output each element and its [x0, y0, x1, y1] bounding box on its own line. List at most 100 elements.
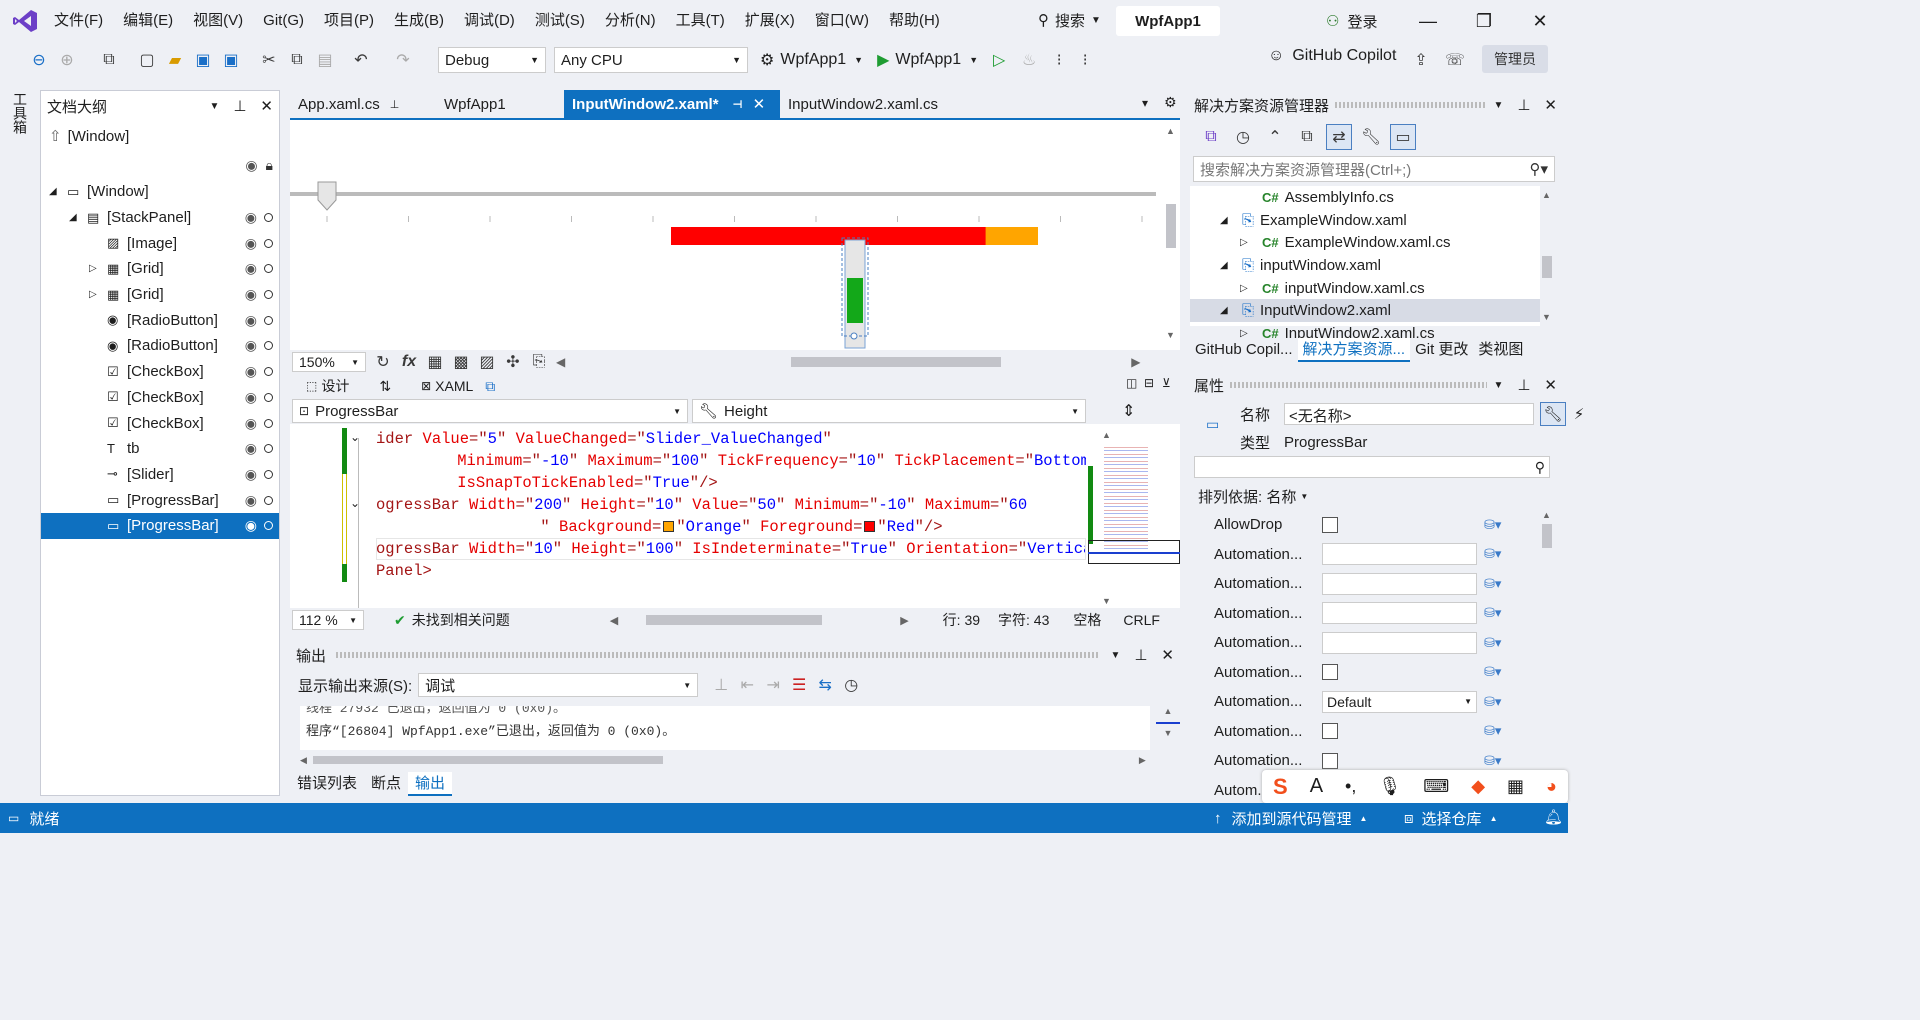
collapsed-arrow-icon[interactable]: ▷: [89, 289, 107, 300]
eye-icon[interactable]: ◉: [245, 492, 257, 509]
grid-icon[interactable]: ▦: [422, 349, 448, 375]
lock-icon[interactable]: 🔒︎: [266, 157, 273, 174]
scroll-down-icon[interactable]: ▼: [1102, 596, 1111, 606]
outline-node[interactable]: ☑ [CheckBox] ◉: [41, 385, 279, 411]
designer-horizontal-scroll-thumb[interactable]: [791, 357, 1002, 367]
dropdown-icon[interactable]: ▼: [1110, 650, 1120, 661]
snap-lines-icon[interactable]: ✣: [500, 349, 526, 375]
navigate-back-icon[interactable]: ⊖: [26, 47, 52, 73]
scroll-down-icon[interactable]: ▼: [1156, 728, 1180, 738]
ime-mode-label[interactable]: A: [1310, 775, 1323, 798]
lock-toggle-icon[interactable]: [264, 495, 273, 505]
name-input[interactable]: <无名称>: [1284, 403, 1534, 425]
eye-icon[interactable]: ◉: [245, 337, 257, 354]
outline-node[interactable]: ◉ [RadioButton] ◉: [41, 307, 279, 333]
preview-selected-icon[interactable]: ▭: [1390, 124, 1416, 150]
new-project-icon[interactable]: ⧉: [96, 47, 122, 73]
effects-icon[interactable]: fx: [396, 349, 422, 375]
solution-configuration-select[interactable]: Debug ▼: [438, 47, 546, 73]
drag-grip[interactable]: [1230, 382, 1488, 388]
scroll-down-icon[interactable]: ▼: [1166, 330, 1176, 340]
scroll-up-icon[interactable]: ▲: [1166, 126, 1176, 136]
gear-icon[interactable]: ⚙: [1164, 94, 1177, 111]
menu-item[interactable]: 调试(D): [454, 0, 525, 42]
property-value-input[interactable]: [1322, 602, 1477, 625]
snap-grid-icon[interactable]: ▩: [448, 349, 474, 375]
eye-icon[interactable]: ◉: [245, 517, 257, 534]
scroll-thumb[interactable]: [312, 756, 663, 764]
pin-icon[interactable]: ⊥: [1517, 96, 1530, 114]
mascot-icon[interactable]: ◕: [1546, 776, 1557, 797]
color-swatch[interactable]: [864, 521, 876, 533]
outline-node[interactable]: ⊸ [Slider] ◉: [41, 462, 279, 488]
data-binding-icon[interactable]: ⛁▾: [1484, 576, 1501, 592]
property-value-input[interactable]: [1322, 543, 1477, 566]
outline-node[interactable]: ▨ [Image] ◉: [41, 230, 279, 256]
notifications-bell-icon[interactable]: 🔔︎: [1544, 808, 1563, 826]
lock-toggle-icon[interactable]: [264, 367, 273, 377]
pin-icon[interactable]: ⊥: [1134, 646, 1147, 664]
sync-active-document-icon[interactable]: ⇄: [1326, 124, 1352, 150]
designer-vertical-scrollbar[interactable]: ▲ ▼: [1166, 126, 1176, 346]
microphone-icon[interactable]: 🎙︎: [1378, 776, 1401, 797]
outline-node[interactable]: ◉ [RadioButton] ◉: [41, 333, 279, 359]
toolbox-grid-icon[interactable]: ▦: [1507, 776, 1524, 797]
eye-icon[interactable]: ◉: [245, 440, 257, 457]
solution-tab[interactable]: Git 更改: [1410, 338, 1473, 362]
xaml-designer-surface[interactable]: ▲ ▼: [290, 118, 1180, 350]
outline-node[interactable]: ◢ ▭ [Window]: [41, 179, 279, 205]
eye-icon[interactable]: ◉: [245, 312, 257, 329]
solution-node[interactable]: ◢ ⎘ ExampleWindow.xaml: [1190, 209, 1540, 232]
pin-icon[interactable]: ⊥: [390, 98, 400, 111]
solution-tab[interactable]: 解决方案资源...: [1297, 338, 1411, 362]
lock-toggle-icon[interactable]: [264, 444, 273, 454]
lock-toggle-icon[interactable]: [264, 521, 273, 531]
redo-icon[interactable]: ↷: [390, 47, 416, 73]
scroll-up-icon[interactable]: ▲: [1542, 190, 1552, 200]
bottom-tab[interactable]: 错误列表: [290, 772, 364, 796]
editor-tab[interactable]: App.xaml.cs ⊥: [290, 90, 436, 118]
property-value-input[interactable]: [1322, 572, 1477, 595]
pin-icon[interactable]: ⊥: [1517, 376, 1530, 394]
collapse-all-icon[interactable]: ⌃: [1262, 124, 1288, 150]
expanded-arrow-icon[interactable]: ◢: [1220, 215, 1242, 226]
add-item-icon[interactable]: ▢: [134, 47, 160, 73]
show-all-files-icon[interactable]: ⧉: [1294, 124, 1320, 150]
minimize-button[interactable]: —: [1400, 0, 1456, 42]
eye-icon[interactable]: ◉: [245, 235, 257, 252]
menu-item[interactable]: 编辑(E): [113, 0, 183, 42]
property-checkbox[interactable]: [1322, 516, 1338, 533]
undo-icon[interactable]: ↶: [348, 47, 374, 73]
color-swatch[interactable]: [663, 521, 675, 533]
editor-tab[interactable]: WpfApp1: [436, 90, 564, 118]
tab-design[interactable]: ⬚ 设计: [306, 376, 349, 396]
outline-node[interactable]: ☑ [CheckBox] ◉: [41, 410, 279, 436]
menu-item[interactable]: 分析(N): [595, 0, 666, 42]
expanded-arrow-icon[interactable]: ◢: [49, 186, 67, 197]
whitespace-mode[interactable]: 空格: [1073, 610, 1101, 630]
property-selector[interactable]: 🔧︎ Height ▼: [692, 399, 1086, 423]
lock-toggle-icon[interactable]: [264, 290, 273, 300]
pin-icon[interactable]: ⊣: [733, 98, 743, 111]
menu-item[interactable]: 扩展(X): [735, 0, 805, 42]
line-ending[interactable]: CRLF: [1123, 612, 1160, 628]
outline-node[interactable]: ▷ ▦ [Grid] ◉: [41, 282, 279, 308]
drag-grip[interactable]: [1335, 102, 1488, 108]
expanded-arrow-icon[interactable]: ◢: [69, 212, 87, 223]
previous-message-icon[interactable]: ⇤: [734, 672, 760, 698]
github-copilot-button[interactable]: ☺ GitHub Copilot: [1268, 47, 1396, 65]
lock-toggle-icon[interactable]: [264, 392, 273, 402]
data-binding-icon[interactable]: ⛁▾: [1484, 723, 1501, 739]
punctuation-icon[interactable]: •,: [1345, 776, 1356, 797]
scroll-up-icon[interactable]: ▲: [1102, 430, 1111, 440]
solution-platform-select[interactable]: Any CPU ▼: [554, 47, 748, 73]
editor-tab[interactable]: InputWindow2.xaml.cs: [780, 90, 970, 118]
solution-node[interactable]: ◢ ⎘ InputWindow2.xaml: [1190, 299, 1540, 323]
solution-node[interactable]: ◢ ⎘ inputWindow.xaml: [1190, 254, 1540, 277]
visual-studio-logo-icon[interactable]: [12, 8, 38, 34]
solution-search-input[interactable]: 搜索解决方案资源管理器(Ctrl+;) ⚲▾: [1193, 156, 1555, 182]
collapsed-arrow-icon[interactable]: ▷: [89, 263, 107, 274]
navigate-forward-icon[interactable]: ⊕: [54, 47, 80, 73]
outline-node[interactable]: ▭ [ProgressBar] ◉: [41, 512, 279, 539]
scroll-right-icon[interactable]: ▶: [1131, 355, 1140, 369]
